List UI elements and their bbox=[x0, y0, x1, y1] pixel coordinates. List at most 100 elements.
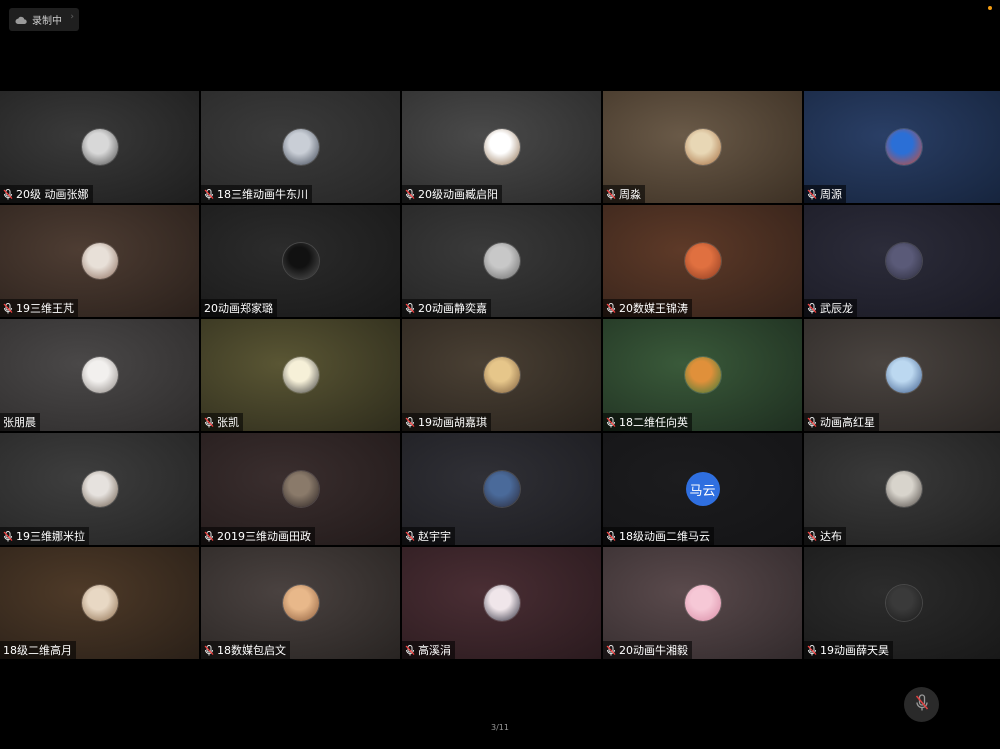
participant-tile[interactable]: 张凯 bbox=[201, 319, 400, 431]
participant-tile[interactable]: 20级 动画张娜 bbox=[0, 91, 199, 203]
participant-name-bar: 武辰龙 bbox=[804, 299, 857, 317]
mic-muted-icon bbox=[3, 188, 16, 200]
participant-tile[interactable]: 20动画静奕嘉 bbox=[402, 205, 601, 317]
participant-name: 高溪涓 bbox=[418, 644, 451, 657]
participant-name: 18三维动画牛东川 bbox=[217, 188, 308, 201]
mute-toggle-button[interactable] bbox=[904, 687, 939, 722]
recording-indicator[interactable]: 录制中 › bbox=[9, 8, 79, 31]
participant-name-bar: 19动画薛天昊 bbox=[804, 641, 893, 659]
mic-muted-icon bbox=[807, 302, 820, 314]
participant-tile[interactable]: 高溪涓 bbox=[402, 547, 601, 659]
participant-tile[interactable]: 19三维王芃 bbox=[0, 205, 199, 317]
participant-tile[interactable]: 周源 bbox=[804, 91, 1000, 203]
participant-tile[interactable]: 20数媒王锦涛 bbox=[603, 205, 802, 317]
participant-tile[interactable]: 20动画郑家璐 bbox=[201, 205, 400, 317]
recording-label: 录制中 bbox=[32, 16, 62, 27]
participant-name: 18二维任向英 bbox=[619, 416, 688, 429]
participant-name-bar: 高溪涓 bbox=[402, 641, 455, 659]
avatar bbox=[81, 243, 118, 279]
participant-tile[interactable]: 周淼 bbox=[603, 91, 802, 203]
participant-name-bar: 周淼 bbox=[603, 185, 645, 203]
page-indicator: 3/11 bbox=[491, 723, 509, 732]
participant-name: 20动画静奕嘉 bbox=[418, 302, 487, 315]
participant-name: 18级二维高月 bbox=[3, 644, 72, 657]
participant-tile[interactable]: 18二维任向英 bbox=[603, 319, 802, 431]
participant-name: 达布 bbox=[820, 530, 842, 543]
participant-name-bar: 2019三维动画田政 bbox=[201, 527, 315, 545]
participant-name-bar: 18数媒包启文 bbox=[201, 641, 290, 659]
participant-name-bar: 张凯 bbox=[201, 413, 243, 431]
mic-muted-icon bbox=[405, 302, 418, 314]
participant-tile[interactable]: 19三维娜米拉 bbox=[0, 433, 199, 545]
avatar bbox=[483, 357, 520, 393]
avatar bbox=[885, 585, 922, 621]
participant-name: 19三维娜米拉 bbox=[16, 530, 85, 543]
avatar bbox=[684, 129, 721, 165]
mic-muted-icon bbox=[807, 188, 820, 200]
avatar bbox=[684, 585, 721, 621]
participant-tile[interactable]: 赵宇宇 bbox=[402, 433, 601, 545]
mic-muted-icon bbox=[405, 416, 418, 428]
avatar bbox=[483, 129, 520, 165]
participant-name-bar: 动画高红星 bbox=[804, 413, 879, 431]
mic-muted-icon bbox=[807, 416, 820, 428]
participant-name-bar: 20数媒王锦涛 bbox=[603, 299, 692, 317]
avatar: 马云 bbox=[685, 472, 720, 506]
participant-tile[interactable]: 马云 18级动画二维马云 bbox=[603, 433, 802, 545]
participant-name-bar: 18级二维高月 bbox=[0, 641, 76, 659]
participant-tile[interactable]: 武辰龙 bbox=[804, 205, 1000, 317]
participant-tile[interactable]: 19动画胡嘉琪 bbox=[402, 319, 601, 431]
participant-name-bar: 20级 动画张娜 bbox=[0, 185, 93, 203]
avatar bbox=[282, 357, 319, 393]
avatar bbox=[483, 471, 520, 507]
avatar bbox=[684, 243, 721, 279]
avatar bbox=[282, 471, 319, 507]
participant-name: 武辰龙 bbox=[820, 302, 853, 315]
participant-name: 20级 动画张娜 bbox=[16, 188, 89, 201]
mic-muted-icon bbox=[606, 530, 619, 542]
avatar bbox=[282, 243, 319, 279]
avatar bbox=[81, 585, 118, 621]
participant-name: 19动画胡嘉琪 bbox=[418, 416, 487, 429]
mic-muted-icon bbox=[204, 644, 217, 656]
participant-tile[interactable]: 19动画薛天昊 bbox=[804, 547, 1000, 659]
participant-name: 20动画郑家璐 bbox=[204, 302, 273, 315]
mic-muted-icon bbox=[405, 188, 418, 200]
avatar bbox=[282, 585, 319, 621]
avatar bbox=[885, 357, 922, 393]
participant-name-bar: 19动画胡嘉琪 bbox=[402, 413, 491, 431]
participant-tile[interactable]: 达布 bbox=[804, 433, 1000, 545]
participant-name-bar: 18三维动画牛东川 bbox=[201, 185, 312, 203]
avatar bbox=[81, 357, 118, 393]
participant-name-bar: 18二维任向英 bbox=[603, 413, 692, 431]
avatar bbox=[282, 129, 319, 165]
avatar bbox=[483, 585, 520, 621]
status-dot bbox=[988, 6, 992, 10]
participant-name: 20动画牛湘毅 bbox=[619, 644, 688, 657]
participant-name: 2019三维动画田政 bbox=[217, 530, 311, 543]
avatar bbox=[885, 471, 922, 507]
participant-tile[interactable]: 18数媒包启文 bbox=[201, 547, 400, 659]
participant-tile[interactable]: 动画高红星 bbox=[804, 319, 1000, 431]
participant-name-bar: 20动画牛湘毅 bbox=[603, 641, 692, 659]
participant-tile[interactable]: 18三维动画牛东川 bbox=[201, 91, 400, 203]
participant-name-bar: 19三维娜米拉 bbox=[0, 527, 89, 545]
participant-name: 周淼 bbox=[619, 188, 641, 201]
participant-name: 动画高红星 bbox=[820, 416, 875, 429]
mic-muted-icon bbox=[204, 416, 217, 428]
participant-name-bar: 达布 bbox=[804, 527, 846, 545]
avatar bbox=[684, 357, 721, 393]
participant-tile[interactable]: 20级动画臧启阳 bbox=[402, 91, 601, 203]
participant-tile[interactable]: 20动画牛湘毅 bbox=[603, 547, 802, 659]
participant-name: 张凯 bbox=[217, 416, 239, 429]
participant-tile[interactable]: 张朋晨 bbox=[0, 319, 199, 431]
participant-name: 19动画薛天昊 bbox=[820, 644, 889, 657]
avatar bbox=[483, 243, 520, 279]
participant-name-bar: 18级动画二维马云 bbox=[603, 527, 714, 545]
cloud-icon bbox=[15, 10, 27, 29]
participant-tile[interactable]: 18级二维高月 bbox=[0, 547, 199, 659]
participant-tile[interactable]: 2019三维动画田政 bbox=[201, 433, 400, 545]
participant-name: 赵宇宇 bbox=[418, 530, 451, 543]
mic-muted-icon bbox=[204, 188, 217, 200]
mic-muted-icon bbox=[807, 530, 820, 542]
